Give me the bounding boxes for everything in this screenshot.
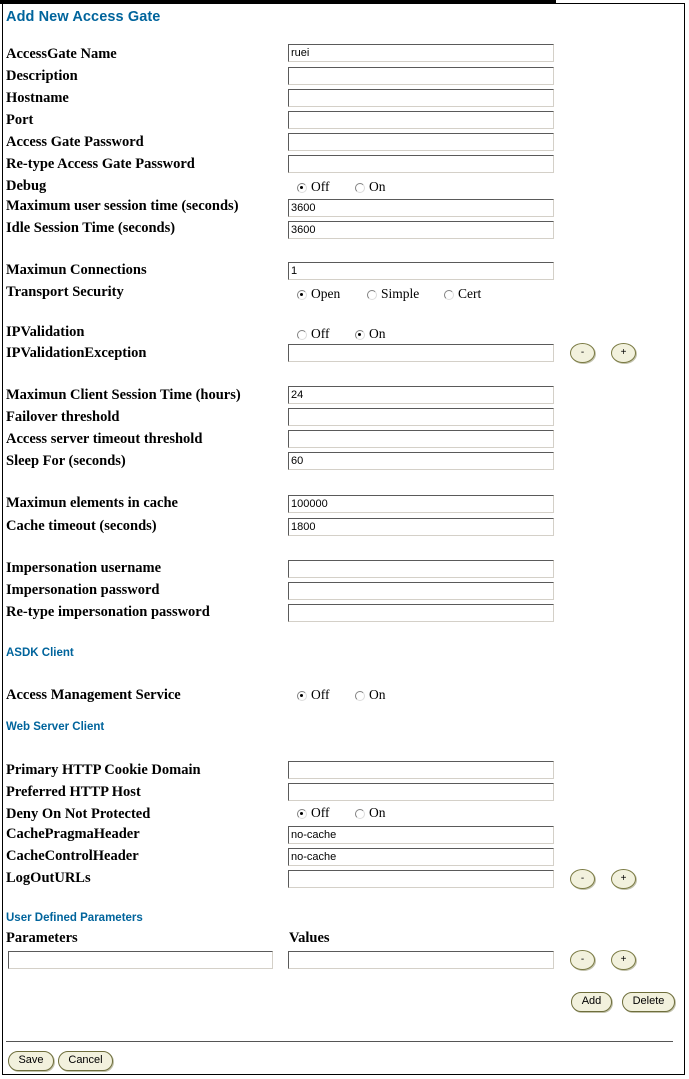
input-primary-http-cookie-domain[interactable] bbox=[288, 761, 554, 779]
label-failover-threshold: Failover threshold bbox=[6, 409, 120, 425]
radio-label: Off bbox=[311, 326, 330, 341]
add-button[interactable]: Add bbox=[571, 992, 612, 1012]
input-access-gate-password[interactable] bbox=[288, 133, 554, 151]
form-content: Add New Access Gate AccessGate Name Desc… bbox=[0, 0, 683, 1072]
label-transport-security: Transport Security bbox=[6, 284, 124, 300]
input-retype-impersonation-password[interactable] bbox=[288, 604, 554, 622]
label-access-server-timeout: Access server timeout threshold bbox=[6, 431, 203, 447]
label-deny-on-not-protected: Deny On Not Protected bbox=[6, 806, 151, 822]
input-impersonation-password[interactable] bbox=[288, 582, 554, 600]
label-cachecontrolheader: CacheControlHeader bbox=[6, 848, 139, 864]
access-gate-form-page: Add New Access Gate AccessGate Name Desc… bbox=[0, 0, 689, 1079]
label-port: Port bbox=[6, 112, 34, 128]
footer-divider bbox=[6, 1041, 673, 1042]
input-cachecontrolheader[interactable]: no-cache bbox=[288, 848, 554, 866]
radio-indicator-selected-icon bbox=[355, 330, 365, 340]
radio-label: Off bbox=[311, 179, 330, 194]
radio-indicator-selected-icon bbox=[297, 183, 307, 193]
ipvalidationexception-add-button[interactable]: + bbox=[611, 343, 636, 363]
input-accessgate-name[interactable]: ruei bbox=[288, 44, 554, 62]
radio-label: On bbox=[369, 179, 386, 194]
radio-indicator-icon bbox=[355, 691, 365, 701]
label-max-user-session-time: Maximum user session time (seconds) bbox=[6, 198, 239, 214]
label-parameters: Parameters bbox=[6, 930, 78, 946]
input-max-elements-cache[interactable]: 100000 bbox=[288, 495, 554, 513]
input-cachepragmaheader[interactable]: no-cache bbox=[288, 826, 554, 844]
label-values: Values bbox=[289, 930, 330, 946]
radio-indicator-icon bbox=[355, 809, 365, 819]
parameters-remove-button[interactable]: - bbox=[570, 950, 595, 970]
logouturls-remove-button[interactable]: - bbox=[570, 869, 595, 889]
label-ipvalidation: IPValidation bbox=[6, 324, 85, 340]
radio-indicator-icon bbox=[444, 290, 454, 300]
label-logouturls: LogOutURLs bbox=[6, 870, 91, 886]
section-asdk-client: ASDK Client bbox=[6, 647, 74, 659]
radio-label: Off bbox=[311, 687, 330, 702]
label-retype-access-gate-password: Re-type Access Gate Password bbox=[6, 156, 195, 172]
input-max-user-session-time[interactable]: 3600 bbox=[288, 199, 554, 217]
label-maximum-connections: Maximun Connections bbox=[6, 262, 147, 278]
input-retype-access-gate-password[interactable] bbox=[288, 155, 554, 173]
radio-indicator-selected-icon bbox=[297, 809, 307, 819]
label-retype-impersonation-password: Re-type impersonation password bbox=[6, 604, 210, 620]
radio-indicator-selected-icon bbox=[297, 290, 307, 300]
logouturls-add-button[interactable]: + bbox=[611, 869, 636, 889]
radio-indicator-icon bbox=[355, 183, 365, 193]
radio-label: Open bbox=[311, 286, 341, 301]
radio-indicator-icon bbox=[367, 290, 377, 300]
input-failover-threshold[interactable] bbox=[288, 408, 554, 426]
label-cachepragmaheader: CachePragmaHeader bbox=[6, 826, 140, 842]
input-cache-timeout[interactable]: 1800 bbox=[288, 518, 554, 536]
input-values[interactable] bbox=[288, 951, 554, 969]
input-max-client-session-time[interactable]: 24 bbox=[288, 386, 554, 404]
input-impersonation-username[interactable] bbox=[288, 560, 554, 578]
label-max-client-session-time: Maximun Client Session Time (hours) bbox=[6, 387, 241, 403]
label-primary-http-cookie-domain: Primary HTTP Cookie Domain bbox=[6, 762, 201, 778]
radio-label: On bbox=[369, 687, 386, 702]
label-debug: Debug bbox=[6, 178, 47, 194]
radio-indicator-selected-icon bbox=[297, 691, 307, 701]
input-logouturls[interactable] bbox=[288, 870, 554, 888]
radio-label: On bbox=[369, 805, 386, 820]
radio-label: On bbox=[369, 326, 386, 341]
page-title: Add New Access Gate bbox=[6, 9, 161, 25]
label-sleep-for: Sleep For (seconds) bbox=[6, 453, 126, 469]
input-preferred-http-host[interactable] bbox=[288, 783, 554, 801]
radio-indicator-icon bbox=[297, 330, 307, 340]
label-preferred-http-host: Preferred HTTP Host bbox=[6, 784, 141, 800]
input-ipvalidationexception[interactable] bbox=[288, 344, 554, 362]
input-hostname[interactable] bbox=[288, 89, 554, 107]
ipvalidationexception-remove-button[interactable]: - bbox=[570, 343, 595, 363]
label-access-gate-password: Access Gate Password bbox=[6, 134, 144, 150]
input-parameters[interactable] bbox=[8, 951, 273, 969]
radio-label: Off bbox=[311, 805, 330, 820]
input-description[interactable] bbox=[288, 67, 554, 85]
label-impersonation-username: Impersonation username bbox=[6, 560, 162, 576]
label-max-elements-cache: Maximun elements in cache bbox=[6, 495, 178, 511]
input-sleep-for[interactable]: 60 bbox=[288, 452, 554, 470]
label-hostname: Hostname bbox=[6, 90, 69, 106]
section-web-server-client: Web Server Client bbox=[6, 721, 105, 733]
input-idle-session-time[interactable]: 3600 bbox=[288, 221, 554, 239]
input-maximum-connections[interactable]: 1 bbox=[288, 262, 554, 280]
label-idle-session-time: Idle Session Time (seconds) bbox=[6, 220, 176, 236]
delete-button[interactable]: Delete bbox=[622, 992, 675, 1012]
parameters-add-button[interactable]: + bbox=[611, 950, 636, 970]
label-cache-timeout: Cache timeout (seconds) bbox=[6, 518, 157, 534]
label-access-management-service: Access Management Service bbox=[6, 687, 181, 703]
cancel-button[interactable]: Cancel bbox=[58, 1051, 113, 1071]
label-description: Description bbox=[6, 68, 78, 84]
radio-label: Cert bbox=[458, 286, 482, 301]
label-ipvalidationexception: IPValidationException bbox=[6, 345, 147, 361]
input-port[interactable] bbox=[288, 111, 554, 129]
save-button[interactable]: Save bbox=[8, 1051, 54, 1071]
radio-label: Simple bbox=[381, 286, 420, 301]
input-access-server-timeout[interactable] bbox=[288, 430, 554, 448]
label-accessgate-name: AccessGate Name bbox=[6, 46, 117, 62]
label-impersonation-password: Impersonation password bbox=[6, 582, 160, 598]
section-user-defined-parameters: User Defined Parameters bbox=[6, 912, 143, 924]
